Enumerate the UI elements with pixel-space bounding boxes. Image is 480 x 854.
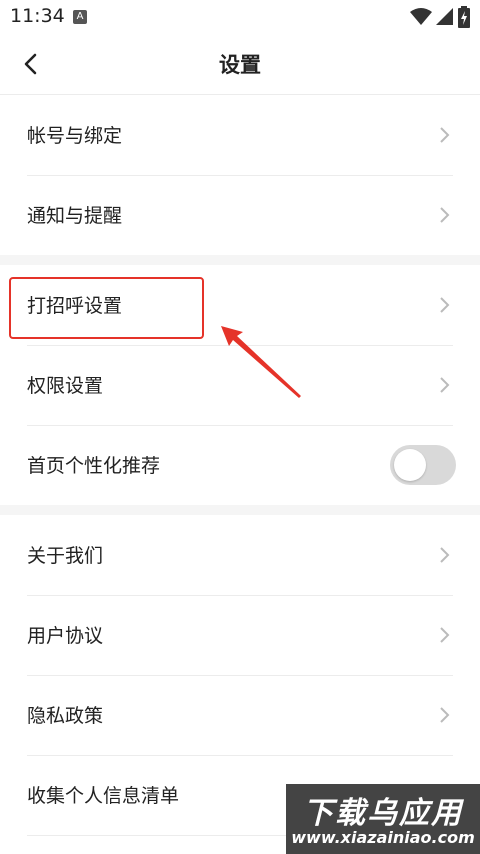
settings-item-about-us[interactable]: 关于我们	[0, 515, 480, 595]
settings-item-personalized-recommend: 首页个性化推荐	[0, 425, 480, 505]
settings-item-label: 帐号与绑定	[27, 125, 123, 147]
personalized-recommend-toggle[interactable]	[390, 445, 456, 485]
settings-item-account-binding[interactable]: 帐号与绑定	[0, 95, 480, 175]
wifi-icon	[410, 8, 432, 25]
watermark-title: 下载乌应用	[303, 796, 463, 831]
settings-item-label: 权限设置	[27, 375, 104, 397]
settings-item-label: 首页个性化推荐	[27, 455, 161, 477]
signal-icon	[436, 8, 453, 25]
settings-item-label: 通知与提醒	[27, 205, 123, 227]
settings-item-notifications[interactable]: 通知与提醒	[0, 175, 480, 255]
watermark: 下载乌应用 www.xiazainiao.com	[286, 784, 480, 854]
chevron-right-icon	[440, 207, 450, 223]
settings-item-label: 关于我们	[27, 545, 104, 567]
chevron-right-icon	[440, 297, 450, 313]
settings-group-account: 帐号与绑定 通知与提醒	[0, 95, 480, 255]
settings-item-user-agreement[interactable]: 用户协议	[0, 595, 480, 675]
settings-group-privacy: 打招呼设置 权限设置 首页个性化推荐	[0, 265, 480, 505]
settings-item-privacy-policy[interactable]: 隐私政策	[0, 675, 480, 755]
app-header: 设置	[0, 34, 480, 95]
settings-item-label: 收集个人信息清单	[27, 785, 180, 807]
page-title: 设置	[219, 53, 261, 77]
settings-item-label: 打招呼设置	[27, 295, 123, 317]
chevron-right-icon	[440, 707, 450, 723]
battery-icon	[458, 6, 470, 28]
settings-item-greeting[interactable]: 打招呼设置	[0, 265, 480, 345]
chevron-right-icon	[440, 627, 450, 643]
settings-item-label: 隐私政策	[27, 705, 104, 727]
notification-icon: A	[73, 10, 87, 24]
toggle-knob	[394, 449, 426, 481]
chevron-right-icon	[440, 377, 450, 393]
chevron-right-icon	[440, 127, 450, 143]
watermark-url: www.xiazainiao.com	[291, 828, 475, 847]
status-bar: 11:34 A	[0, 0, 480, 34]
settings-item-permissions[interactable]: 权限设置	[0, 345, 480, 425]
status-time: 11:34	[10, 5, 65, 27]
chevron-right-icon	[440, 547, 450, 563]
settings-item-label: 用户协议	[27, 625, 104, 647]
